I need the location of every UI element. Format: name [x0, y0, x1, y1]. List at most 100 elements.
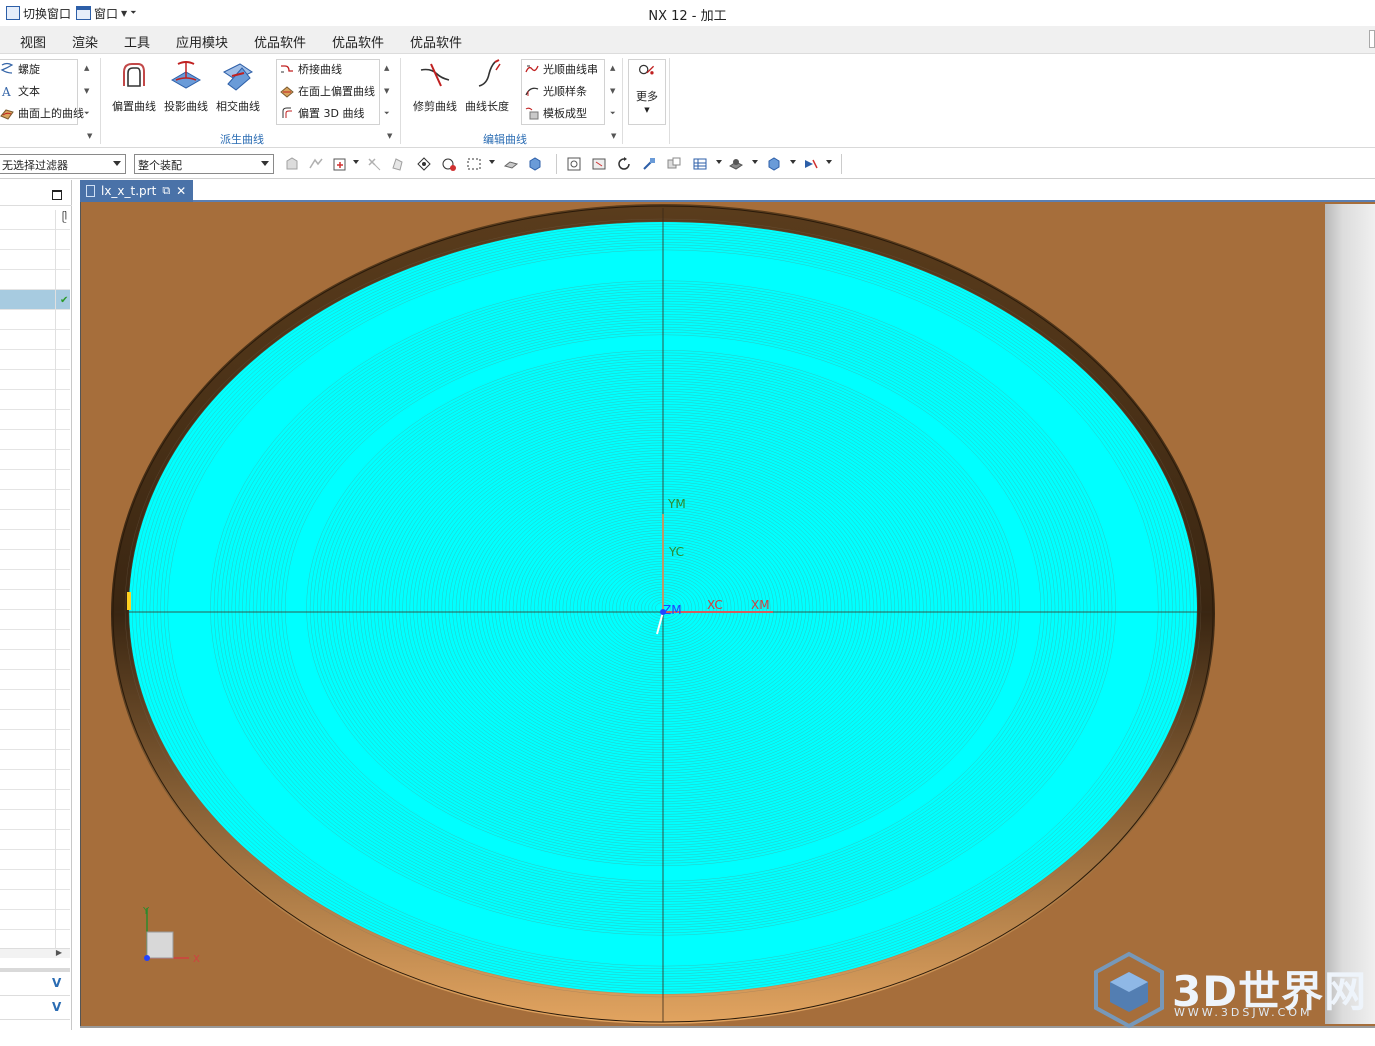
navigator-row[interactable] [0, 790, 70, 810]
scroll-right-icon[interactable]: ▶ [56, 948, 62, 957]
navigator-row[interactable] [0, 630, 70, 650]
navigator-row[interactable] [0, 570, 70, 590]
intersection-curve-button[interactable]: 相交曲线 [212, 58, 264, 114]
gallery-expand-icon[interactable]: ⏷ [84, 109, 90, 118]
document-tab[interactable]: lx_x_t.prt ⧉ ✕ [80, 180, 193, 202]
curve-on-surface-command[interactable]: 曲面上的曲线 [0, 103, 84, 123]
rectangle-select-caret-icon[interactable] [489, 160, 495, 164]
dependencies-section-toggle[interactable]: V [0, 998, 70, 1020]
gallery-scroll-down-icon[interactable]: ▼ [84, 87, 89, 95]
select-solid-icon[interactable] [503, 156, 519, 172]
edit-expand-icon[interactable]: ⏷ [610, 109, 616, 118]
selection-scope-icon[interactable] [332, 156, 348, 172]
selection-scope-caret-icon[interactable] [353, 160, 359, 164]
snap-point-icon[interactable] [308, 156, 324, 172]
navigator-row[interactable] [0, 330, 70, 350]
gallery-scroll-up-icon[interactable]: ▲ [84, 64, 89, 72]
menu-youpin-1[interactable]: 优品软件 [254, 32, 306, 51]
navigator-row[interactable] [0, 210, 70, 230]
curve-length-button[interactable]: 曲线长度 [461, 58, 513, 114]
navigator-row[interactable] [0, 910, 70, 930]
edit-scroll-up-icon[interactable]: ▲ [610, 64, 615, 72]
fit-view-icon[interactable] [566, 156, 582, 172]
bridge-curve-command[interactable]: 桥接曲线 [280, 59, 342, 79]
offset-curve-button[interactable]: 偏置曲线 [108, 58, 160, 114]
select-by-color-icon[interactable] [441, 156, 457, 172]
navigator-row[interactable] [0, 410, 70, 430]
details-section-toggle[interactable]: V [0, 974, 70, 996]
undock-icon[interactable]: ⧉ [162, 184, 170, 198]
navigator-row[interactable] [0, 830, 70, 850]
rectangle-select-icon[interactable] [466, 156, 482, 172]
zoom-icon[interactable] [591, 156, 607, 172]
general-selection-icon[interactable] [284, 156, 300, 172]
navigator-row[interactable] [0, 850, 70, 870]
derived-scroll-up-icon[interactable]: ▲ [384, 64, 389, 72]
helix-command[interactable]: 螺旋 [0, 59, 40, 79]
navigator-row[interactable] [0, 250, 70, 270]
navigator-row[interactable] [0, 310, 70, 330]
rendering-style-caret-icon[interactable] [716, 160, 722, 164]
menu-render[interactable]: 渲染 [72, 32, 98, 51]
toolpath-display[interactable]: YM YC ZM XC XM Y X [81, 202, 1375, 1028]
navigator-row[interactable] [0, 230, 70, 250]
menu-view[interactable]: 视图 [20, 32, 46, 51]
more-button[interactable]: 更多 ▼ [623, 58, 671, 114]
navigator-row[interactable] [0, 810, 70, 830]
navigator-row[interactable] [0, 890, 70, 910]
offset-3d-curve-command[interactable]: 偏置 3D 曲线 [280, 103, 364, 123]
project-curve-button[interactable]: 投影曲线 [160, 58, 212, 114]
derived-expand-icon[interactable]: ⏷ [384, 109, 390, 118]
navigator-row[interactable] [0, 470, 70, 490]
navigator-row[interactable] [0, 490, 70, 510]
navigator-row[interactable] [0, 510, 70, 530]
smooth-curve-string-command[interactable]: 光顺曲线串 [525, 59, 598, 79]
navigator-row[interactable] [0, 650, 70, 670]
orient-view-icon[interactable] [666, 156, 682, 172]
edit-section-caret-icon[interactable] [826, 160, 832, 164]
navigator-row[interactable] [0, 690, 70, 710]
menu-youpin-2[interactable]: 优品软件 [332, 32, 384, 51]
navigator-row[interactable] [0, 550, 70, 570]
ribbon-minimize-button[interactable] [1369, 30, 1375, 48]
rendering-style-icon[interactable] [692, 156, 708, 172]
edit-section-icon[interactable] [803, 156, 819, 172]
navigator-row[interactable] [0, 930, 70, 950]
derived-scroll-down-icon[interactable]: ▼ [384, 87, 389, 95]
navigator-row[interactable] [0, 670, 70, 690]
restore-panel-icon[interactable] [52, 190, 62, 200]
background-icon[interactable] [766, 156, 782, 172]
navigator-row[interactable] [0, 770, 70, 790]
fair-spline-command[interactable]: 光顺样条 [525, 81, 587, 101]
close-icon[interactable]: ✕ [176, 184, 186, 198]
group-options-icon[interactable]: ▼ [87, 132, 92, 140]
navigator-row[interactable] [0, 590, 70, 610]
menu-tools[interactable]: 工具 [124, 32, 150, 51]
select-face-icon[interactable] [390, 156, 406, 172]
scope-filter-dropdown[interactable]: 整个装配 [134, 154, 274, 174]
navigator-row[interactable] [0, 750, 70, 770]
navigator-row[interactable] [0, 730, 70, 750]
pan-icon[interactable] [641, 156, 657, 172]
shaded-view-caret-icon[interactable] [752, 160, 758, 164]
navigator-row[interactable] [0, 530, 70, 550]
navigator-row[interactable] [0, 430, 70, 450]
text-command[interactable]: A 文本 [0, 81, 40, 101]
derived-group-options-icon[interactable]: ▼ [387, 132, 392, 140]
trim-curve-button[interactable]: 修剪曲线 [409, 58, 461, 114]
rotate-icon[interactable] [616, 156, 632, 172]
type-filter-dropdown[interactable]: 无选择过滤器 [0, 154, 126, 174]
menu-youpin-3[interactable]: 优品软件 [410, 32, 462, 51]
point-snap-icon[interactable] [416, 156, 432, 172]
panel-splitter[interactable] [0, 968, 70, 972]
shaded-view-icon[interactable] [728, 156, 744, 172]
navigator-horizontal-scrollbar[interactable]: ▶ [0, 948, 70, 958]
menu-application[interactable]: 应用模块 [176, 32, 228, 51]
select-body-icon[interactable] [527, 156, 543, 172]
navigator-row[interactable] [0, 710, 70, 730]
navigator-row[interactable] [0, 450, 70, 470]
navigator-row[interactable] [0, 270, 70, 290]
template-shaping-command[interactable]: 模板成型 [525, 103, 587, 123]
navigator-row[interactable] [0, 390, 70, 410]
graphics-viewport[interactable]: YM YC ZM XC XM Y X [80, 202, 1375, 1028]
